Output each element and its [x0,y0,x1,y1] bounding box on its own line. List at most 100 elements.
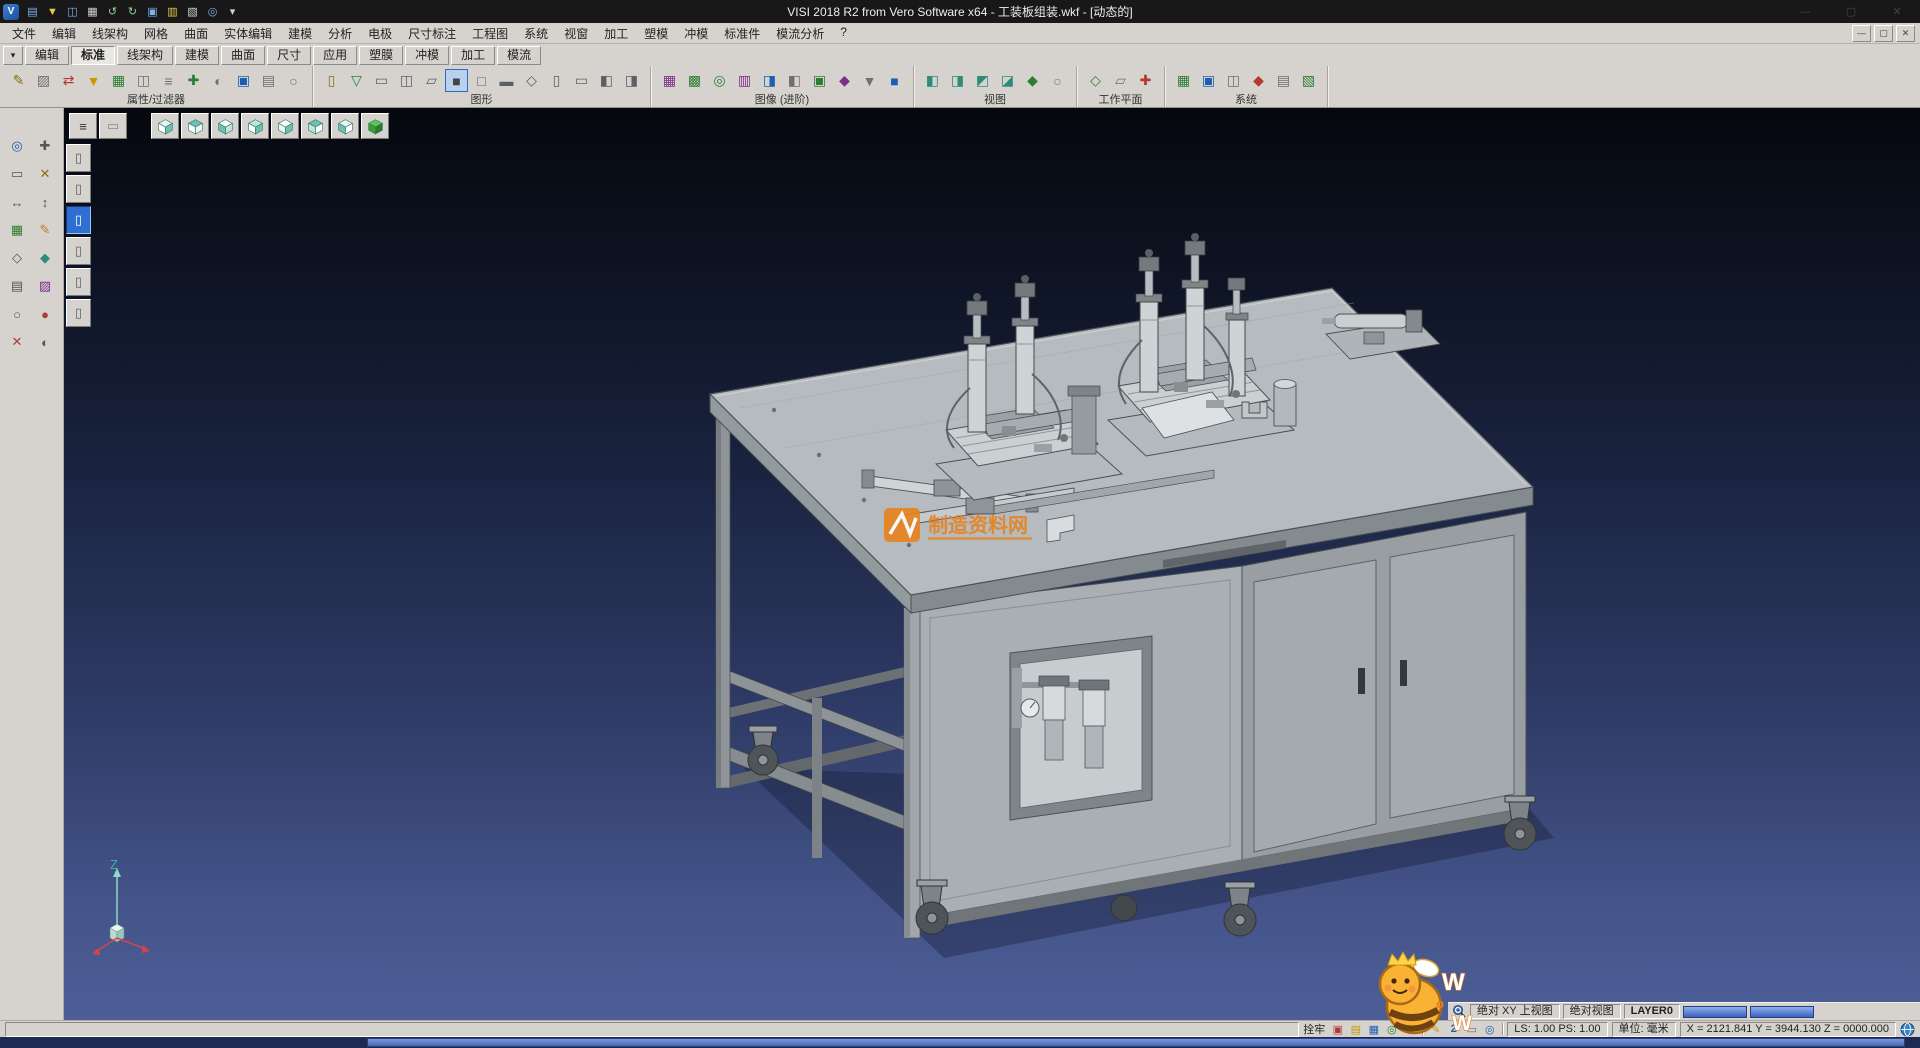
lock-toggle-icon[interactable]: ▣ [1329,1022,1346,1037]
workplane-display-icon[interactable]: ▭ [99,113,127,139]
child-restore-button[interactable]: ▢ [1874,25,1893,42]
print-icon[interactable]: ▦ [83,3,102,20]
graphics-cylinder-icon[interactable]: ▯ [320,69,343,92]
tab-modeling[interactable]: 建模 [175,46,219,65]
pen-color-bar[interactable] [1750,1006,1814,1018]
menu-standard-parts[interactable]: 标准件 [716,23,768,44]
view-cube-front-icon[interactable] [181,113,209,139]
menu-mold[interactable]: 塑模 [636,23,676,44]
view-cube-iso-sw-icon[interactable] [331,113,359,139]
attr-pen-icon[interactable]: ✎ [7,69,30,92]
circle-tool-icon[interactable]: ○ [6,304,28,324]
tab-mold[interactable]: 塑膜 [359,46,403,65]
tab-application[interactable]: 应用 [313,46,357,65]
image-solid-icon[interactable]: ■ [883,69,906,92]
graphics-tube-icon[interactable]: ◫ [395,69,418,92]
zoom-fit-icon[interactable]: ▣ [143,3,162,20]
tab-dimension[interactable]: 尺寸 [267,46,311,65]
layer-manager-icon[interactable]: ▥ [163,3,182,20]
menu-flow-analysis[interactable]: 模流分析 [768,23,832,44]
plane-icon[interactable]: ◇ [6,248,28,268]
hatch-icon[interactable]: ▨ [34,276,56,296]
lock-label[interactable]: 拴牢 [1303,1021,1325,1037]
solid-icon[interactable]: ◆ [34,248,56,268]
qat-dropdown-icon[interactable]: ▾ [223,3,242,20]
image-down-icon[interactable]: ▼ [858,69,881,92]
trim-icon[interactable]: ✕ [34,164,56,184]
grid-display-icon[interactable]: ▧ [183,3,202,20]
attr-swap-icon[interactable]: ⇄ [57,69,80,92]
graphics-hidden-icon[interactable]: ▬ [495,69,518,92]
tab-wireframe[interactable]: 线架构 [117,46,173,65]
new-file-icon[interactable]: ▤ [23,3,42,20]
graphics-plane-icon[interactable]: ▭ [570,69,593,92]
filter-icon[interactable]: ▼ [82,69,105,92]
layers-icon[interactable]: ▤ [6,276,28,296]
menu-file[interactable]: 文件 [4,23,44,44]
zoom-select-icon[interactable]: ◎ [6,136,28,156]
layer-field[interactable]: LAYER0 [1624,1004,1680,1019]
child-close-button[interactable]: ✕ [1896,25,1915,42]
attr-copy-icon[interactable]: ◫ [132,69,155,92]
graphics-cone-icon[interactable]: ▽ [345,69,368,92]
image-box-icon[interactable]: ▣ [808,69,831,92]
sketch-icon[interactable]: ✎ [34,220,56,240]
view-iso-icon[interactable]: ◩ [971,69,994,92]
menu-help[interactable]: ? [832,23,855,44]
settings-icon[interactable]: ◐ [34,332,56,352]
graphics-solid-icon[interactable]: ▯ [545,69,568,92]
workplane-icon[interactable]: ◇ [1084,69,1107,92]
view-orbit-icon[interactable]: ○ [1046,69,1069,92]
mirror-horizontal-icon[interactable]: ↔ [6,192,28,212]
tab-die[interactable]: 冲模 [405,46,449,65]
layer-color-bar[interactable] [1683,1006,1747,1018]
view-iso2-icon[interactable]: ◪ [996,69,1019,92]
attr-list-icon[interactable]: ≡ [157,69,180,92]
open-file-icon[interactable]: ▼ [43,3,62,20]
view-cube-iso-ne-icon[interactable] [241,113,269,139]
image-rows-icon[interactable]: ▥ [733,69,756,92]
view-cube-top-icon[interactable] [151,113,179,139]
view-right-icon[interactable]: ◨ [946,69,969,92]
child-minimize-button[interactable]: — [1852,25,1871,42]
menu-window[interactable]: 视窗 [556,23,596,44]
cad-scene[interactable]: 制造资料网 Z [64,108,1920,1020]
image-diamond-icon[interactable]: ◆ [833,69,856,92]
redo-icon[interactable]: ↻ [123,3,142,20]
system-hatch-icon[interactable]: ▧ [1297,69,1320,92]
3d-viewport[interactable]: 制造资料网 Z ≡▭ ▯▯▯▯▯▯ [64,108,1920,1020]
rectangle-select-icon[interactable]: ▭ [6,164,28,184]
workplane-align-icon[interactable]: ▱ [1109,69,1132,92]
minimize-button[interactable]: — [1782,0,1828,23]
attr-add-icon[interactable]: ✚ [182,69,205,92]
graphics-section-icon[interactable]: ◧ [595,69,618,92]
system-stop-icon[interactable]: ◆ [1247,69,1270,92]
filter-grid-icon[interactable]: ▦ [107,69,130,92]
delete-icon[interactable]: ✕ [6,332,28,352]
system-panel-icon[interactable]: ◫ [1222,69,1245,92]
point-tool-icon[interactable]: ● [34,304,56,324]
image-half2-icon[interactable]: ◧ [783,69,806,92]
menu-edit[interactable]: 编辑 [44,23,84,44]
move-icon[interactable]: ✚ [34,136,56,156]
menu-electrode[interactable]: 电极 [360,23,400,44]
scrollbar-thumb[interactable] [367,1038,1905,1047]
view-cube-iso-nw-icon[interactable] [271,113,299,139]
graphics-shaded-icon[interactable]: ■ [445,69,468,92]
close-button[interactable]: ✕ [1874,0,1920,23]
attr-brush-icon[interactable]: ▨ [32,69,55,92]
app-icon[interactable]: V [3,4,19,20]
system-grid-icon[interactable]: ▦ [1172,69,1195,92]
display-wireframe-icon[interactable]: ▯ [66,144,91,172]
view-shaded-render-icon[interactable] [361,113,389,139]
attr-toggle-icon[interactable]: ◐ [207,69,230,92]
system-list-icon[interactable]: ▤ [1272,69,1295,92]
view-left-icon[interactable]: ◧ [921,69,944,92]
display-section-icon[interactable]: ▯ [66,268,91,296]
menu-drawing[interactable]: 工程图 [464,23,516,44]
target-icon[interactable]: ◎ [1481,1022,1498,1037]
undo-icon[interactable]: ↺ [103,3,122,20]
menu-system[interactable]: 系统 [516,23,556,44]
graphics-box-icon[interactable]: ▭ [370,69,393,92]
menu-machining[interactable]: 加工 [596,23,636,44]
